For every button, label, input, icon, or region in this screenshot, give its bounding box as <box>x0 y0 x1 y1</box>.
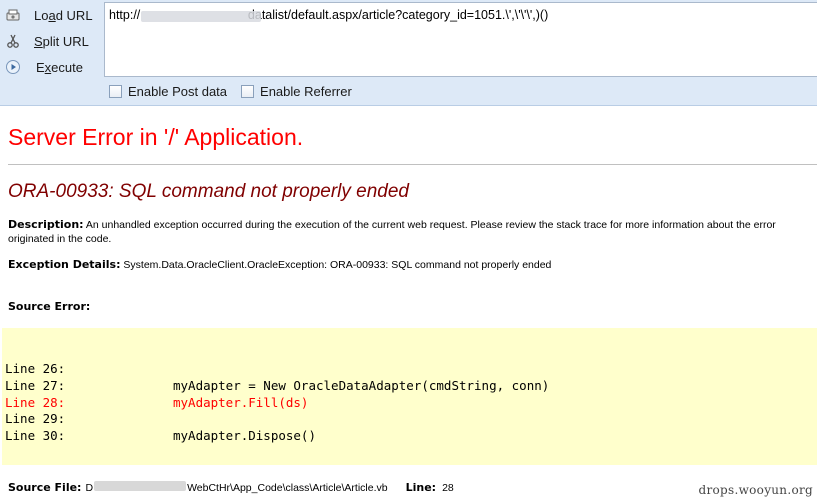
code-line: Line 27: myAdapter = New OracleDataAdapte… <box>5 377 550 393</box>
source-error-section: Source Error: <box>8 300 817 314</box>
enable-post-data-label: Enable Post data <box>128 84 228 99</box>
code-line-highlighted: Line 28: myAdapter.Fill(ds) <box>5 394 309 410</box>
description-section: Description: An unhandled exception occu… <box>8 218 817 246</box>
enable-referrer-label: Enable Referrer <box>260 84 352 99</box>
source-file-path: WebCtHr\App_Code\class\Article\Article.v… <box>187 482 388 494</box>
description-label: Description: <box>8 218 84 231</box>
redacted-host <box>141 11 261 22</box>
split-url-icon <box>4 32 22 50</box>
error-page: Server Error in '/' Application. ORA-009… <box>2 106 817 465</box>
execute-label: Execute <box>36 59 83 75</box>
execute-icon <box>4 58 22 76</box>
exception-text: System.Data.OracleClient.OracleException… <box>123 259 552 271</box>
enable-post-data-option[interactable]: Enable Post data <box>109 84 227 99</box>
code-line: Line 30: myAdapter.Dispose() <box>5 428 316 444</box>
url-input-area <box>104 2 817 77</box>
line-label: Line: <box>405 481 437 494</box>
code-line: Line 29: <box>5 411 66 427</box>
divider <box>8 164 817 165</box>
execute-button[interactable]: Execute <box>0 54 104 80</box>
load-url-icon <box>4 6 22 24</box>
source-error-label: Source Error: <box>8 300 91 313</box>
exception-section: Exception Details: System.Data.OracleCli… <box>8 258 817 272</box>
enable-referrer-checkbox[interactable] <box>241 85 255 98</box>
split-url-label: Split URL <box>34 33 89 49</box>
load-url-button[interactable]: Load URL <box>0 2 104 28</box>
source-file-label: Source File: <box>8 481 82 494</box>
load-url-label: Load URL <box>34 7 93 23</box>
error-subtitle: ORA-00933: SQL command not properly ende… <box>8 181 409 202</box>
error-title: Server Error in '/' Application. <box>8 124 304 150</box>
description-text: An unhandled exception occurred during t… <box>8 219 776 245</box>
code-line: Line 26: <box>5 361 66 376</box>
source-code-block: Line 26: Line 27: myAdapter = New OracleD… <box>2 328 817 465</box>
enable-post-data-checkbox[interactable] <box>109 85 122 98</box>
line-value: 28 <box>442 482 454 494</box>
action-list: Load URL Split URL Execute <box>0 2 104 80</box>
watermark: drops.wooyun.org <box>698 483 813 497</box>
hackbar-toolbar: Load URL Split URL Execute Enable Post d… <box>0 0 817 106</box>
split-url-button[interactable]: Split URL <box>0 28 104 54</box>
exception-label: Exception Details: <box>8 258 121 271</box>
source-file-row: Source File: D WebCtHr\App_Code\class\Ar… <box>8 481 454 494</box>
redacted-path <box>94 481 187 491</box>
enable-referrer-option[interactable]: Enable Referrer <box>241 84 352 99</box>
options-row: Enable Post data Enable Referrer <box>109 84 366 99</box>
source-file-prefix: D <box>85 482 94 494</box>
